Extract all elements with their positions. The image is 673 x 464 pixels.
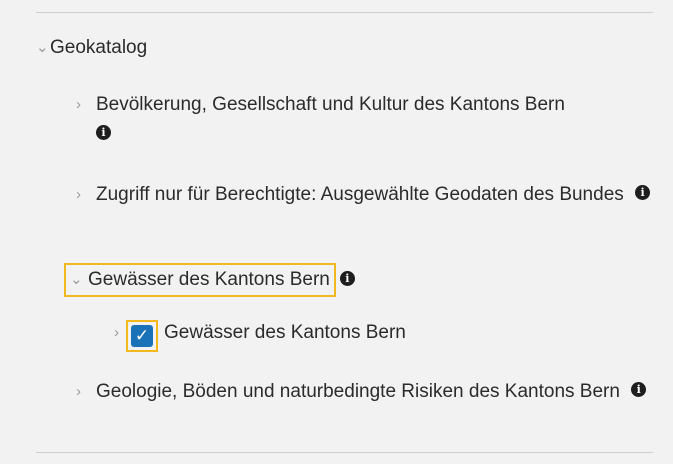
tree-item-label: Geologie, Böden und naturbedingte Risike… <box>96 381 620 402</box>
geocatalog-panel: ⌄ Geokatalog › Bevölkerung, Gesellschaft… <box>0 0 673 464</box>
layer-checkbox-highlight[interactable]: ✓ <box>126 320 158 352</box>
tree-item-bevoelkerung[interactable]: › Bevölkerung, Gesellschaft und Kultur d… <box>76 90 656 150</box>
chevron-down-icon[interactable]: ⌄ <box>36 33 50 63</box>
checkmark-icon: ✓ <box>134 326 150 345</box>
tree-child-label: Gewässer des Kantons Bern <box>164 322 406 343</box>
info-icon[interactable]: i <box>631 382 647 398</box>
chevron-down-icon[interactable]: ⌄ <box>70 265 84 295</box>
tree-item-label: Gewässer des Kantons Bern <box>88 269 330 290</box>
tree-item-geologie[interactable]: › Geologie, Böden und naturbedingte Risi… <box>76 377 656 407</box>
tree-item-zugriff-berechtigte[interactable]: › Zugriff nur für Berechtigte: Ausgewähl… <box>76 180 656 210</box>
info-icon[interactable]: i <box>635 185 651 201</box>
info-icon[interactable]: i <box>339 271 355 286</box>
top-divider <box>36 12 653 13</box>
layer-checkbox[interactable]: ✓ <box>131 325 153 347</box>
tree-child-gewaesser-layer[interactable]: › ✓ Gewässer des Kantons Bern <box>114 318 406 352</box>
chevron-right-icon[interactable]: › <box>76 90 90 120</box>
chevron-right-icon[interactable]: › <box>76 377 90 407</box>
tree-root-geokatalog[interactable]: ⌄ Geokatalog <box>36 33 147 63</box>
tree-item-label: Zugriff nur für Berechtigte: Ausgewählte… <box>96 184 624 205</box>
chevron-right-icon[interactable]: › <box>114 318 126 348</box>
bottom-divider <box>36 452 653 453</box>
tree-item-label: Bevölkerung, Gesellschaft und Kultur des… <box>96 94 565 115</box>
gewaesser-highlight-box[interactable]: ⌄ Gewässer des Kantons Bern <box>64 263 336 297</box>
tree-root-label: Geokatalog <box>50 37 148 58</box>
chevron-right-icon[interactable]: › <box>76 180 90 210</box>
tree-item-gewaesser[interactable]: ⌄ Gewässer des Kantons Bern i <box>64 263 355 297</box>
info-icon[interactable]: i <box>96 125 111 141</box>
